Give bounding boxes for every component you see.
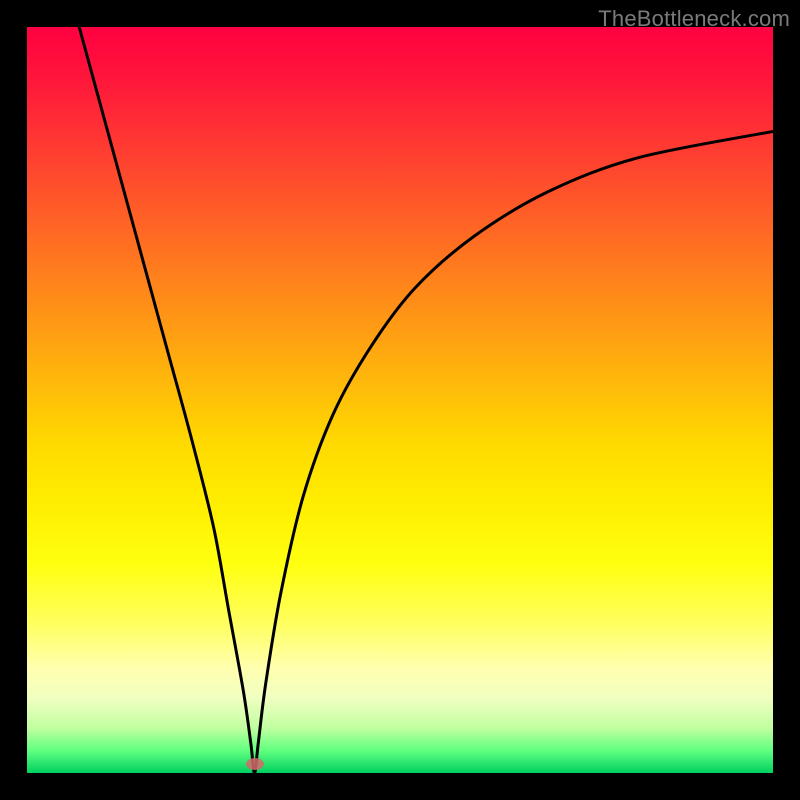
plot-area: [27, 27, 773, 773]
minimum-marker: [246, 758, 264, 770]
chart-canvas: TheBottleneck.com: [0, 0, 800, 800]
curve-svg: [27, 27, 773, 773]
bottleneck-curve: [79, 27, 773, 773]
